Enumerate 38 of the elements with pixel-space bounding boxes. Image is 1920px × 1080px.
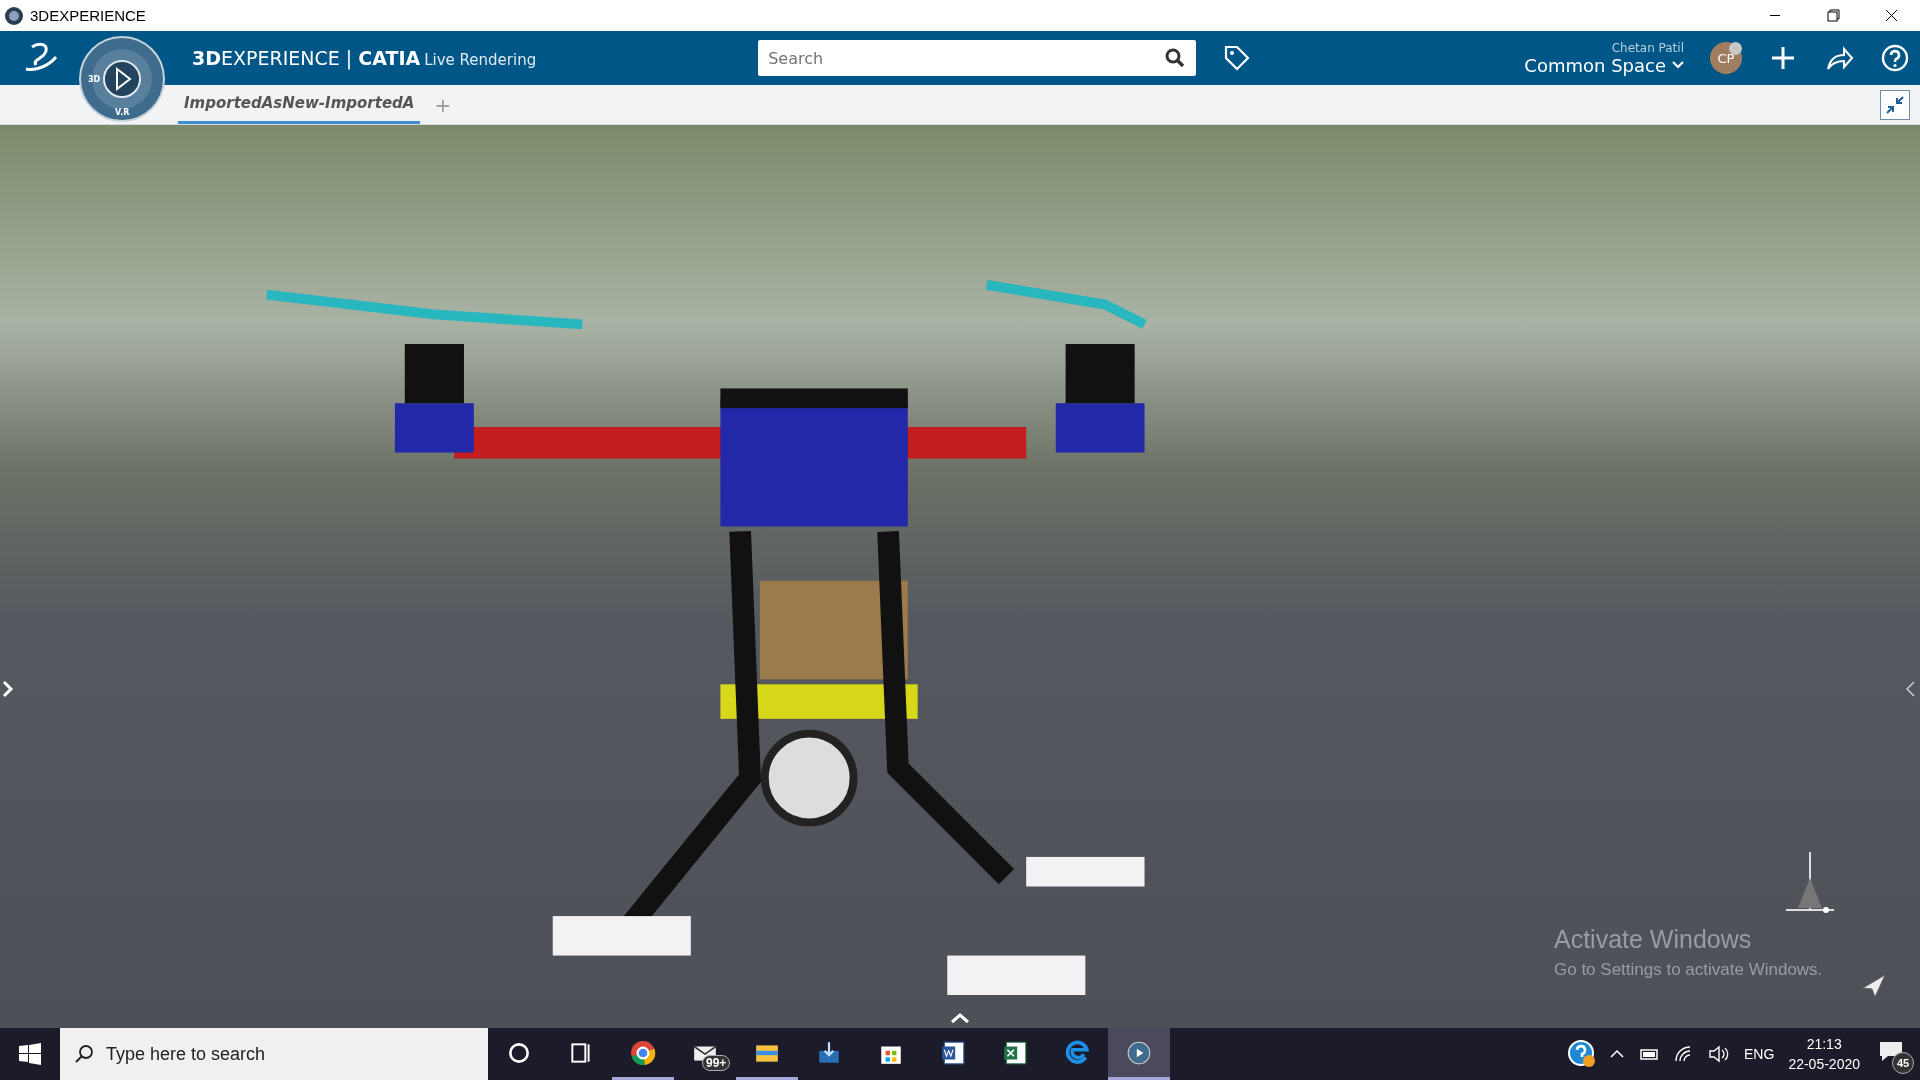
activation-message: Go to Settings to activate Windows. [1554, 960, 1823, 980]
taskbar-app-button[interactable]: 99+ [674, 1028, 736, 1080]
document-icon [940, 1039, 966, 1066]
user-name: Chetan Patil [1611, 40, 1684, 55]
spreadsheet-icon [1002, 1039, 1028, 1066]
windows-start-icon[interactable] [19, 1043, 41, 1065]
chevron-right-icon[interactable] [2, 680, 14, 698]
chevron-left-icon[interactable] [1904, 680, 1916, 698]
user-avatar[interactable]: CP [1710, 42, 1742, 74]
window-title: 3DEXPERIENCE [30, 7, 147, 24]
clock[interactable]: 21:13 22-05-2020 [1788, 1036, 1860, 1072]
language-indicator[interactable]: ENG [1744, 1046, 1775, 1062]
browser-icon [630, 1039, 656, 1066]
help-badge-icon[interactable] [1568, 1040, 1597, 1068]
search-icon[interactable] [1164, 47, 1187, 69]
browser-icon [1064, 1039, 1090, 1066]
taskbar-search-field[interactable]: Type here to search [60, 1028, 488, 1080]
battery-icon[interactable] [1638, 1047, 1661, 1061]
speaker-icon[interactable] [1708, 1045, 1731, 1063]
unread-count: 99+ [702, 1055, 731, 1071]
collapse-button[interactable] [1880, 89, 1910, 120]
help-icon[interactable] [1880, 43, 1910, 73]
activation-title: Activate Windows [1554, 925, 1753, 954]
notifications-button[interactable]: 45 [1874, 1034, 1914, 1074]
collapse-icon [1885, 94, 1905, 115]
chevron-down-icon[interactable] [1672, 61, 1684, 69]
cursor-arrow-icon [1862, 974, 1886, 998]
download-box-icon [816, 1039, 842, 1066]
render-viewport[interactable] [0, 125, 1920, 1028]
clock-date: 22-05-2020 [1788, 1056, 1860, 1072]
space-selector[interactable]: Common Space [1524, 54, 1666, 76]
app-logo-icon [4, 5, 24, 26]
brand-title: 3DEXPERIENCE | CATIA Live Rendering [192, 47, 537, 69]
clock-time: 21:13 [1806, 1036, 1842, 1052]
search-field[interactable]: Search [758, 40, 1197, 76]
play-dial-icon [1126, 1039, 1152, 1066]
chevron-up-icon[interactable] [1610, 1049, 1625, 1059]
chevron-up-icon[interactable] [950, 1012, 970, 1024]
